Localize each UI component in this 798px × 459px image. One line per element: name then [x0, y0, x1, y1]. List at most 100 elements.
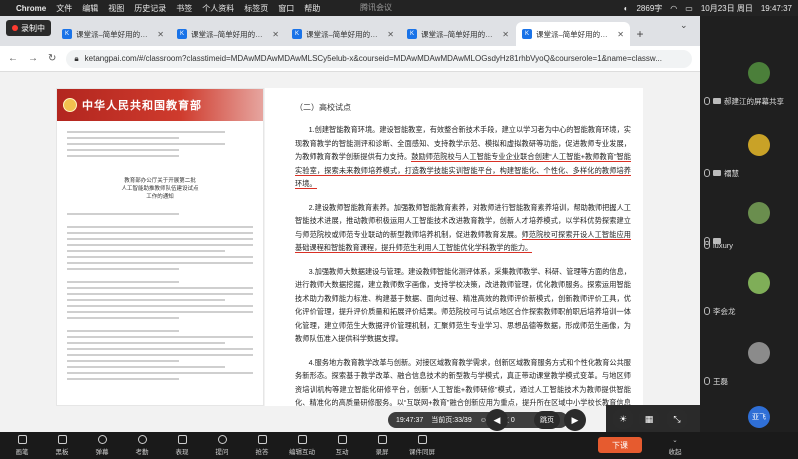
mic-icon: [704, 307, 710, 315]
browser-tab[interactable]: K 课堂派–简单好用的互动课堂管理 ✕: [56, 22, 170, 46]
participant-tile[interactable]: 李会龙: [700, 266, 798, 318]
menubar-item-profile[interactable]: 个人资料: [202, 3, 234, 14]
tool-blackboard[interactable]: 黑板: [42, 435, 82, 456]
attendance-icon: [137, 435, 147, 444]
avatar: 亚飞: [748, 406, 770, 428]
tool-quick-answer[interactable]: 抢答: [242, 435, 282, 456]
tab-close-icon[interactable]: ✕: [272, 30, 279, 39]
participant-tile[interactable]: 王磊: [700, 336, 798, 388]
tool-question[interactable]: 提问: [202, 435, 242, 456]
tool-record-screen[interactable]: 录屏: [362, 435, 402, 456]
mac-menubar: Chrome 文件 编辑 视图 历史记录 书签 个人资料 标签页 窗口 帮助 腾…: [0, 0, 798, 16]
recording-dot-icon: [12, 25, 18, 31]
tool-courseware-share[interactable]: 课件同屏: [402, 435, 442, 456]
sun-icon: ☀: [618, 413, 628, 424]
participant-tile[interactable]: luxury: [700, 206, 798, 258]
arrow-right-icon: ▶: [571, 414, 579, 425]
section-title: （二）高校试点: [295, 103, 351, 112]
next-page-button[interactable]: ▶: [564, 409, 586, 431]
tool-performance[interactable]: 表现: [162, 435, 202, 456]
menubar-item-tabs[interactable]: 标签页: [244, 3, 268, 14]
document-page-left: 中华人民共和国教育部 教育部办公厅关于开展第二批 人工智能助推教师队伍建设试点 …: [56, 88, 264, 406]
menubar-item-help[interactable]: 帮助: [304, 3, 320, 14]
lock-icon: 🔒︎: [74, 53, 79, 63]
blackboard-icon: [57, 435, 67, 444]
ministry-name: 中华人民共和国教育部: [82, 100, 202, 112]
menubar-item-edit[interactable]: 编辑: [82, 3, 98, 14]
prev-page-button[interactable]: ◀: [486, 409, 508, 431]
avatar: [748, 272, 770, 294]
menubar-item-file[interactable]: 文件: [56, 3, 72, 14]
new-tab-button[interactable]: +: [631, 22, 649, 46]
screen: Chrome 文件 编辑 视图 历史记录 书签 个人资料 标签页 窗口 帮助 腾…: [0, 0, 798, 459]
back-icon[interactable]: ←: [8, 53, 18, 64]
paragraph-4: 4.服务地方教育教学改革与创新。对接区域教育教学需求，创新区域教育服务方式和个性…: [295, 357, 631, 407]
jump-page-button[interactable]: 跳页: [534, 411, 560, 429]
address-bar: ← → ↻ 🔒︎ ketangpai.com/#/classroom?class…: [0, 46, 700, 72]
tool-attendance[interactable]: 考勤: [122, 435, 162, 456]
current-page: 当前页:33/39: [431, 417, 472, 424]
brightness-button[interactable]: ☀: [612, 408, 634, 430]
ketangpai-favicon-icon: K: [62, 29, 72, 39]
tab-title: 课堂派–简单好用的互动课堂管理: [76, 29, 154, 39]
mic-icon: [704, 169, 710, 177]
menubar-app-name[interactable]: Chrome: [16, 4, 46, 13]
browser-tab-bar: K 课堂派–简单好用的互动课堂管理 ✕ K 课堂派–简单好用的互动课堂管理 ✕ …: [0, 16, 700, 46]
end-class-button[interactable]: 下课: [598, 437, 642, 453]
menubar-item-history[interactable]: 历史记录: [134, 3, 166, 14]
shrink-button[interactable]: ⤡: [666, 408, 688, 430]
national-emblem-icon: [63, 98, 77, 112]
menubar-item-view[interactable]: 视图: [108, 3, 124, 14]
grid-view-button[interactable]: ▦: [638, 408, 660, 430]
tab-close-icon[interactable]: ✕: [617, 30, 624, 39]
tab-close-icon[interactable]: ✕: [387, 30, 394, 39]
participant-name: 郝建江的屏幕共享: [724, 96, 784, 106]
document-page-right: （二）高校试点 1.创建智能教育环境。建设智能教室，有效整合新技术手段，建立以学…: [265, 88, 643, 406]
menubar-item-window[interactable]: 窗口: [278, 3, 294, 14]
browser-tab-active[interactable]: K 课堂派–简单好用的互动课堂管理 ✕: [516, 22, 630, 46]
collapse-toolbar-button[interactable]: ⌄ 收起: [660, 436, 690, 456]
interaction-icon: [337, 435, 347, 444]
wechat-icon[interactable]: ◐: [624, 4, 629, 13]
browser-tab[interactable]: K 课堂派–简单好用的互动课堂管理 ✕: [171, 22, 285, 46]
danmaku-icon: [97, 435, 107, 444]
tool-pen[interactable]: 画笔: [2, 435, 42, 456]
browser-tab[interactable]: K 课堂派–简单好用的互动课堂管理 ✕: [286, 22, 400, 46]
ketangpai-favicon-icon: K: [407, 29, 417, 39]
meeting-app-title: 腾讯会议: [360, 3, 392, 12]
participant-tile[interactable]: 禤慧: [700, 128, 798, 180]
battery-icon[interactable]: ▭: [685, 4, 693, 13]
chevron-down-icon: ⌄: [672, 437, 678, 444]
ketangpai-favicon-icon: K: [292, 29, 302, 39]
performance-icon: [177, 435, 187, 444]
paragraph-1: 1.创建智能教育环境。建设智能教室，有效整合新技术手段，建立以学习者为中心的智能…: [295, 125, 631, 189]
browser-tab[interactable]: K 课堂派–简单好用的互动课堂管理 ✕: [401, 22, 515, 46]
wifi-icon[interactable]: ◠: [670, 4, 677, 13]
tab-search-chevron-icon[interactable]: ⌄: [680, 20, 688, 31]
menubar-status-area: ◐ 2869字 ◠ ▭ 10月23日 周日 19:47:37: [624, 3, 792, 14]
doc-meta-lines: [57, 121, 263, 167]
record-screen-icon: [377, 435, 387, 444]
paragraph-2: 2.建设教师智能教育素养。加强教师智能教育素养，对教师进行智能教育素养培训，帮助…: [295, 202, 631, 253]
participant-name: 王磊: [713, 376, 728, 386]
tool-edit-interaction[interactable]: 编辑互动: [282, 435, 322, 456]
forward-icon[interactable]: →: [28, 53, 38, 64]
player-time: 19:47:37: [396, 416, 424, 424]
tool-interaction[interactable]: 互动: [322, 435, 362, 456]
reload-icon[interactable]: ↻: [48, 53, 56, 64]
recording-badge[interactable]: 录制中: [6, 20, 51, 36]
url-text: ketangpai.com/#/classroom?classtimeid=MD…: [84, 54, 662, 63]
grid-icon: ▦: [644, 413, 654, 424]
tool-danmaku[interactable]: 弹幕: [82, 435, 122, 456]
tab-title: 课堂派–简单好用的互动课堂管理: [306, 29, 384, 39]
courseware-share-icon: [417, 435, 427, 444]
menubar-item-bookmarks[interactable]: 书签: [176, 3, 192, 14]
edit-icon: [297, 435, 307, 444]
ministry-header: 中华人民共和国教育部: [57, 89, 263, 121]
tab-close-icon[interactable]: ✕: [502, 30, 509, 39]
tab-close-icon[interactable]: ✕: [157, 30, 164, 39]
status-count: 2869字: [636, 3, 663, 13]
url-field[interactable]: 🔒︎ ketangpai.com/#/classroom?classtimeid…: [66, 49, 692, 68]
page-content: 中华人民共和国教育部 教育部办公厅关于开展第二批 人工智能助推教师队伍建设试点 …: [0, 72, 700, 432]
participant-tile[interactable]: 郝建江的屏幕共享: [700, 56, 798, 108]
